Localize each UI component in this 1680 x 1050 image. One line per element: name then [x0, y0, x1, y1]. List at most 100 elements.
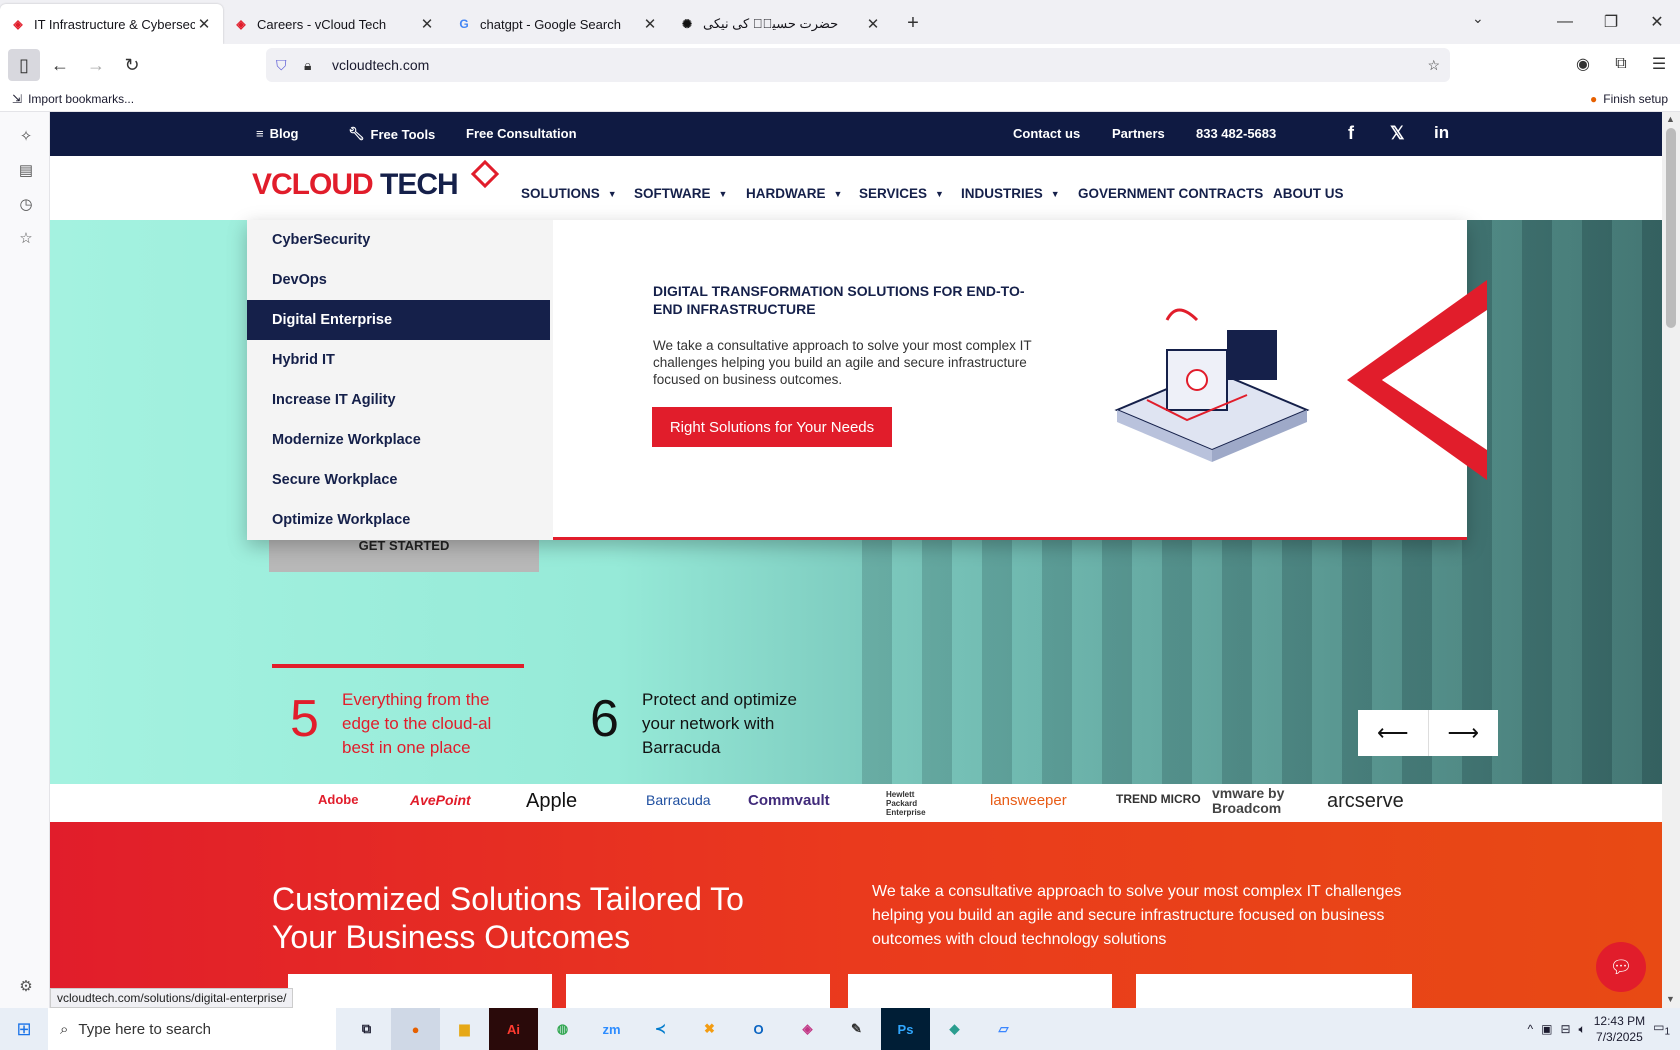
bookmark-star-icon[interactable]: ☆ — [1427, 57, 1440, 74]
section-text: We take a consultative approach to solve… — [872, 883, 1402, 948]
right-solutions-button[interactable]: Right Solutions for Your Needs — [652, 407, 892, 447]
clock[interactable]: 12:43 PM 7/3/2025 — [1594, 1013, 1645, 1045]
stat-text: Protect and optimize your network with B… — [642, 690, 797, 757]
x-twitter-icon[interactable]: 𝕏 — [1390, 123, 1405, 144]
blog-link[interactable]: ≡ Blog — [256, 126, 298, 141]
facebook-icon[interactable]: f — [1348, 123, 1354, 144]
account-icon[interactable]: ◉ — [1570, 48, 1596, 80]
partners-link[interactable]: Partners — [1112, 126, 1165, 141]
settings-gear-icon[interactable]: ⚙ — [16, 976, 36, 996]
app-icon[interactable]: ◆ — [930, 1008, 979, 1050]
bookmarks-icon[interactable]: ☆ — [16, 228, 36, 248]
restore-icon[interactable]: ❐ — [1588, 12, 1634, 32]
close-window-icon[interactable]: ✕ — [1634, 12, 1680, 32]
close-tab-icon[interactable]: ✕ — [864, 15, 882, 33]
illustrator-icon[interactable]: Ai — [489, 1008, 538, 1050]
tab-chatgpt[interactable]: ✺ حضرت حسینؓ کی نیکی ✕ — [669, 4, 892, 44]
tray-app-icon[interactable]: ▣ — [1541, 1022, 1552, 1036]
apple-logo: Apple — [526, 790, 578, 812]
wrench-icon: 🔧︎ — [348, 126, 365, 141]
new-tab-button[interactable]: + — [898, 8, 928, 38]
search-placeholder: Type here to search — [78, 1020, 211, 1038]
sidebar-toggle-icon[interactable]: ▯ — [8, 49, 40, 81]
close-tab-icon[interactable]: ✕ — [195, 15, 213, 33]
server-illustration — [1114, 308, 1310, 462]
get-started-button[interactable]: GET STARTED — [269, 536, 539, 572]
scroll-down-icon[interactable]: ▼ — [1666, 994, 1675, 1004]
arrow-left-icon[interactable]: ⟵ — [1358, 710, 1429, 756]
photoshop-icon[interactable]: Ps — [881, 1008, 930, 1050]
nav-software[interactable]: SOFTWARE ▼ — [634, 186, 727, 201]
synced-tabs-icon[interactable]: ▤ — [16, 160, 36, 180]
nav-government-contracts[interactable]: GOVERNMENT CONTRACTS — [1078, 186, 1263, 201]
history-icon[interactable]: ◷ — [16, 194, 36, 214]
chat-bubble-icon[interactable]: 💬︎ — [1596, 942, 1646, 992]
menu-item-secure-workplace[interactable]: Secure Workplace — [247, 460, 550, 500]
tray-chevron-icon[interactable]: ^ — [1527, 1022, 1533, 1036]
linkedin-icon[interactable]: in — [1434, 123, 1449, 143]
reload-icon[interactable]: ↻ — [116, 49, 148, 81]
caret-down-icon: ▼ — [833, 188, 843, 199]
file-explorer-icon[interactable]: ▆ — [440, 1008, 489, 1050]
menu-item-hybrid-it[interactable]: Hybrid IT — [247, 340, 550, 380]
stats-accent-line — [272, 664, 524, 668]
network-icon[interactable]: ⊟ — [1560, 1022, 1570, 1036]
shield-icon[interactable]: ⛉ — [276, 57, 298, 74]
web-page: ≡ Blog 🔧︎ Free Tools Free Consultation Con… — [50, 112, 1662, 1008]
xampp-icon[interactable]: ✖ — [685, 1008, 734, 1050]
ai-chat-icon[interactable]: ✧ — [16, 126, 36, 146]
scroll-up-icon[interactable]: ▲ — [1666, 114, 1675, 124]
vcloud-tech-logo[interactable]: VCLOUD TECH — [252, 168, 459, 202]
extensions-icon[interactable]: ⧉ — [1608, 48, 1634, 80]
taskbar-search[interactable]: ⌕ Type here to search — [48, 1008, 336, 1050]
import-bookmarks-link[interactable]: Import bookmarks... — [28, 92, 134, 106]
contact-us-link[interactable]: Contact us — [1013, 126, 1080, 141]
menu-item-modernize-workplace[interactable]: Modernize Workplace — [247, 420, 550, 460]
menu-item-optimize-workplace[interactable]: Optimize Workplace — [247, 500, 550, 540]
nav-label: HARDWARE — [746, 186, 826, 201]
free-consultation-link[interactable]: Free Consultation — [466, 126, 577, 141]
nav-services[interactable]: SERVICES ▼ — [859, 186, 944, 201]
outlook-icon[interactable]: O — [734, 1008, 783, 1050]
lock-icon[interactable]: 🔒︎ — [304, 57, 326, 74]
menu-item-digital-enterprise[interactable]: Digital Enterprise — [247, 300, 550, 340]
notification-icon[interactable]: ▭1 — [1653, 1020, 1670, 1037]
forward-icon[interactable]: → — [80, 49, 112, 81]
nav-solutions[interactable]: SOLUTIONS ▼ — [521, 186, 617, 201]
close-tab-icon[interactable]: ✕ — [418, 15, 436, 33]
photos-icon[interactable]: ◈ — [783, 1008, 832, 1050]
task-view-icon[interactable]: ⧉ — [342, 1008, 391, 1050]
phone-link[interactable]: 833 482-5683 — [1196, 126, 1276, 141]
tab-it-infrastructure[interactable]: ◈ IT Infrastructure & Cybersecurit ✕ — [0, 4, 223, 44]
minimize-icon[interactable]: — — [1542, 13, 1588, 31]
nav-about-us[interactable]: ABOUT US — [1273, 186, 1344, 201]
chrome-icon[interactable]: ◍ — [538, 1008, 587, 1050]
url-text[interactable]: vcloudtech.com — [332, 57, 429, 73]
pen-tool-icon[interactable]: ✎ — [832, 1008, 881, 1050]
finish-setup-link[interactable]: ● Finish setup — [1590, 92, 1668, 106]
menu-item-increase-it-agility[interactable]: Increase IT Agility — [247, 380, 550, 420]
tab-google-search[interactable]: G chatgpt - Google Search ✕ — [446, 4, 669, 44]
menu-icon[interactable]: ☰ — [1646, 48, 1672, 80]
menu-item-cybersecurity[interactable]: CyberSecurity — [247, 220, 550, 260]
firefox-taskbar-icon[interactable]: ● — [391, 1008, 440, 1050]
arrow-right-icon[interactable]: ⟶ — [1429, 710, 1499, 756]
url-bar[interactable]: ⛉ 🔒︎ vcloudtech.com ☆ — [266, 48, 1450, 82]
back-icon[interactable]: ← — [44, 49, 76, 81]
nav-industries[interactable]: INDUSTRIES ▼ — [961, 186, 1060, 201]
vscode-icon[interactable]: ≺ — [636, 1008, 685, 1050]
logo-cloud: CLOUD — [271, 168, 374, 201]
page-scrollbar[interactable]: ▲ ▼ — [1662, 112, 1680, 1008]
zoom-icon[interactable]: zm — [587, 1008, 636, 1050]
free-tools-link[interactable]: 🔧︎ Free Tools — [348, 126, 435, 142]
menu-item-devops[interactable]: DevOps — [247, 260, 550, 300]
caret-down-icon: ▼ — [1050, 188, 1060, 199]
close-tab-icon[interactable]: ✕ — [641, 15, 659, 33]
scroll-thumb[interactable] — [1666, 128, 1676, 328]
tab-careers[interactable]: ◈ Careers - vCloud Tech ✕ — [223, 4, 446, 44]
nav-hardware[interactable]: HARDWARE ▼ — [746, 186, 842, 201]
volume-icon[interactable]: 🔈︎ — [1579, 1022, 1586, 1037]
tab-list-chevron-icon[interactable]: ⌄ — [1472, 10, 1484, 27]
windows-start-icon[interactable]: ⊞ — [0, 1008, 48, 1050]
notepad-icon[interactable]: ▱ — [979, 1008, 1028, 1050]
